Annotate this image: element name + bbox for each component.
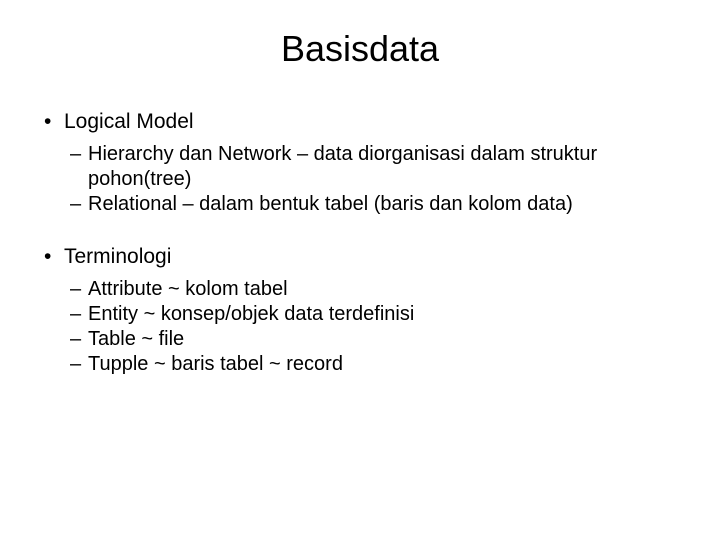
list-item: Entity ~ konsep/objek data terdefinisi [88, 302, 680, 327]
content-list: Logical Model Hierarchy dan Network – da… [40, 110, 680, 377]
section-heading: Terminologi [40, 245, 680, 269]
list-item: Tupple ~ baris tabel ~ record [88, 352, 680, 377]
slide-title: Basisdata [40, 28, 680, 70]
section-sublist: Hierarchy dan Network – data diorganisas… [40, 142, 680, 217]
list-item: Hierarchy dan Network – data diorganisas… [88, 142, 680, 192]
list-item: Table ~ file [88, 327, 680, 352]
list-item: Attribute ~ kolom tabel [88, 277, 680, 302]
section-heading: Logical Model [40, 110, 680, 134]
section-sublist: Attribute ~ kolom tabel Entity ~ konsep/… [40, 277, 680, 377]
list-item: Relational – dalam bentuk tabel (baris d… [88, 192, 680, 217]
